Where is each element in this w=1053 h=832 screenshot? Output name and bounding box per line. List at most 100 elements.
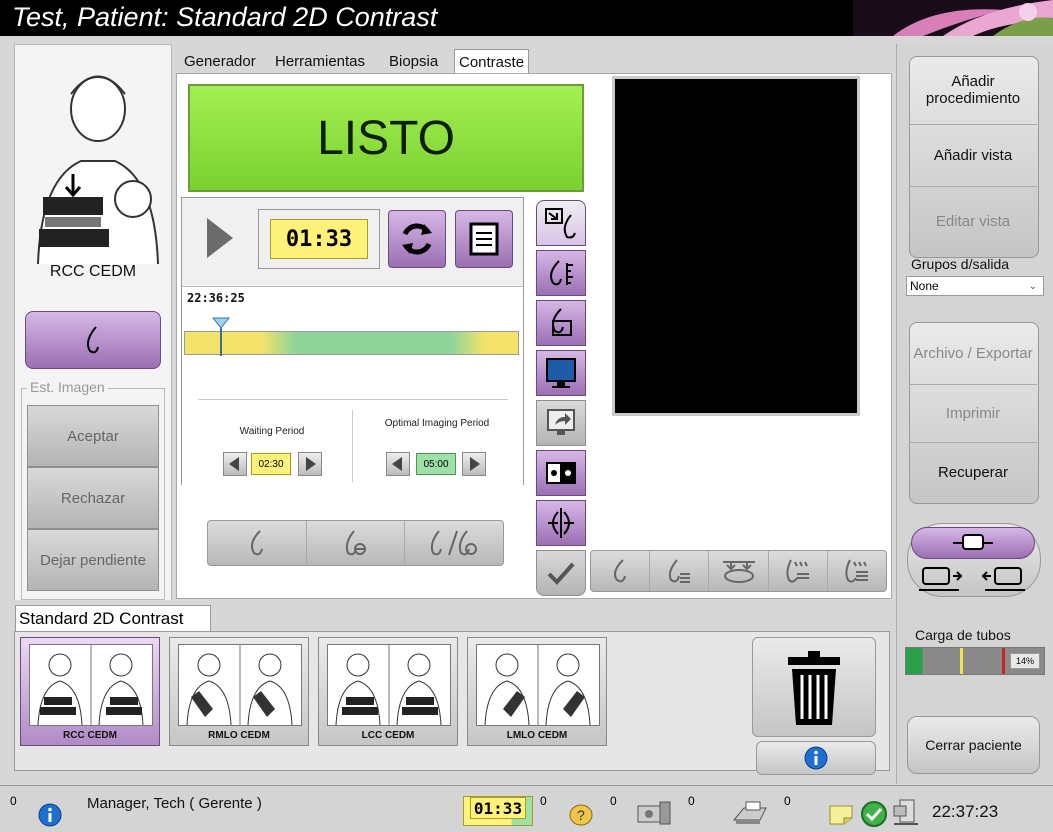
thumbnail-rcc[interactable]: RCC CEDM [20, 637, 160, 746]
accept-button[interactable]: Aceptar [27, 405, 159, 467]
image-preview[interactable] [612, 76, 860, 416]
optimal-decrease-button[interactable] [386, 452, 410, 476]
accept-check-button[interactable] [536, 550, 586, 596]
paddle-right-button[interactable] [981, 566, 1027, 592]
status-bar: 0 Manager, Tech ( Gerente ) 01:33 0 ? 0 … [0, 785, 1053, 832]
reset-timer-button[interactable] [388, 210, 446, 268]
rotate-breast-icon [545, 208, 576, 239]
view-option-lines-2[interactable] [769, 551, 828, 591]
info-icon [804, 746, 828, 770]
ruler-breast-icon [550, 260, 573, 286]
left-arrow-icon [229, 457, 239, 471]
countdown-frame: 01:33 [258, 209, 380, 269]
left-panel: RCC CEDM Est. Imagen Aceptar Rechazar De… [14, 44, 172, 601]
tube-load-bar: 14% [905, 647, 1045, 675]
output-groups-label: Grupos d/salida [911, 256, 1010, 272]
implant-button[interactable] [307, 521, 406, 565]
system-ok-icon[interactable] [860, 800, 888, 828]
paddle-tool-button[interactable] [536, 300, 586, 346]
tube-load-limit-marker [1002, 648, 1005, 674]
view-option-group [590, 550, 887, 592]
lcc-view-icon [327, 644, 451, 726]
paddle-shift-right-icon [981, 567, 1025, 591]
thumbnail-lcc[interactable]: LCC CEDM [318, 637, 458, 746]
output-groups-select[interactable]: None ⌄ [906, 276, 1044, 296]
timeline-divider [198, 399, 508, 400]
view-label: RCC CEDM [49, 263, 137, 280]
mirror-icon [548, 508, 574, 538]
period-divider [352, 410, 353, 482]
breast-button[interactable] [208, 521, 307, 565]
optimal-increase-button[interactable] [462, 452, 486, 476]
measure-tool-button[interactable] [536, 250, 586, 296]
display-tool-button[interactable] [536, 350, 586, 396]
paddle-center-icon [953, 534, 993, 550]
timeline-bar [184, 331, 519, 355]
print-button[interactable]: Imprimir [909, 384, 1037, 442]
view-info-button[interactable] [756, 741, 876, 775]
view-option-compression[interactable] [709, 551, 769, 591]
paddle-left-button[interactable] [917, 566, 963, 592]
retrieve-button[interactable]: Recuperar [909, 442, 1037, 502]
compression-icon [722, 561, 755, 583]
countdown-display: 01:33 [270, 219, 368, 259]
reject-button[interactable]: Rechazar [27, 467, 159, 529]
lmlo-view-icon [476, 644, 600, 726]
status-timer[interactable]: 01:33 [463, 796, 533, 826]
waiting-period-label: Waiting Period [239, 426, 305, 437]
tab-contrast[interactable]: Contraste [454, 49, 530, 75]
refresh-icon [402, 223, 432, 255]
timeline-start-time: 22:36:25 [187, 291, 245, 305]
close-patient-button[interactable]: Cerrar paciente [907, 716, 1040, 774]
right-arrow-icon [306, 457, 316, 471]
thumbnail-lmlo[interactable]: LMLO CEDM [467, 637, 607, 746]
orientation-tool-button[interactable] [536, 200, 586, 246]
view-icon-button[interactable] [25, 311, 161, 369]
ready-status-display: LISTO [188, 84, 584, 192]
device-status-icon[interactable] [634, 800, 674, 826]
optimal-period-value: 05:00 [416, 453, 456, 475]
edit-view-button[interactable]: Editar vista [909, 186, 1037, 256]
view-option-breast-lines[interactable] [650, 551, 710, 591]
thumbnail-label: RMLO CEDM [208, 730, 270, 741]
pending-button[interactable]: Dejar pendiente [27, 529, 159, 591]
view-option-breast[interactable] [591, 551, 651, 591]
waiting-decrease-button[interactable] [223, 452, 247, 476]
count-3: 0 [688, 794, 695, 808]
notes-icon[interactable] [826, 802, 856, 826]
flip-tool-button[interactable] [536, 500, 586, 546]
status-timer-value: 01:33 [470, 797, 526, 819]
waiting-increase-button[interactable] [298, 452, 322, 476]
paddle-icon [552, 308, 572, 336]
thumbnail-label: LMLO CEDM [506, 730, 568, 741]
timer-log-button[interactable] [455, 210, 513, 268]
play-button[interactable] [194, 210, 246, 266]
paddle-center-button[interactable] [911, 527, 1035, 559]
image-status-label: Est. Imagen [27, 379, 108, 395]
procedure-tab[interactable]: Standard 2D Contrast [15, 605, 211, 631]
send-tool-button[interactable] [536, 400, 586, 446]
info-icon[interactable] [38, 803, 62, 827]
thumbnail-label: LCC CEDM [361, 730, 415, 741]
tab-biopsy[interactable]: Biopsia [385, 49, 442, 73]
tab-tools[interactable]: Herramientas [271, 49, 369, 73]
current-user: Manager, Tech ( Gerente ) [87, 795, 262, 812]
send-to-monitor-icon [547, 409, 575, 435]
view-option-lines-3[interactable] [828, 551, 886, 591]
chevron-down-icon: ⌄ [1028, 280, 1037, 292]
dual-view-button[interactable] [536, 450, 586, 496]
tube-load-label: Carga de tubos [915, 627, 1011, 643]
notepad-icon [469, 222, 499, 256]
printer-icon[interactable] [730, 800, 770, 826]
archive-export-button[interactable]: Archivo / Exportar [909, 322, 1037, 384]
timeline-marker-icon[interactable] [212, 316, 230, 356]
breast-implant-split-button[interactable] [405, 521, 503, 565]
help-icon[interactable]: ? [568, 802, 594, 826]
delete-view-button[interactable] [752, 637, 876, 737]
add-procedure-button[interactable]: Añadir procedimiento [909, 56, 1037, 124]
network-computer-icon[interactable] [890, 798, 922, 828]
breast-waves-icon [786, 559, 809, 583]
tab-generator[interactable]: Generador [180, 49, 260, 73]
thumbnail-rmlo[interactable]: RMLO CEDM [169, 637, 309, 746]
add-view-button[interactable]: Añadir vista [909, 124, 1037, 186]
